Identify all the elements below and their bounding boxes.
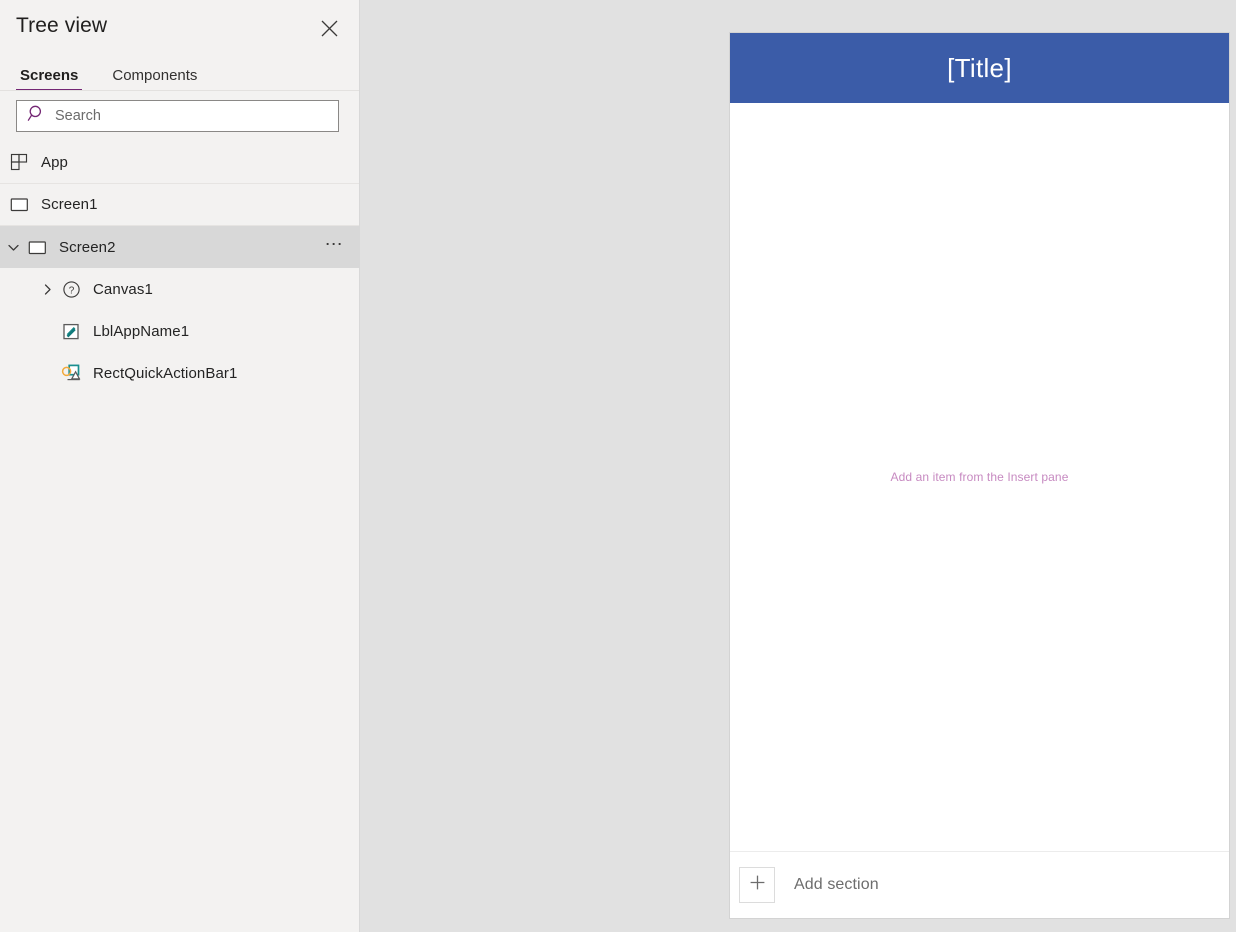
search-box[interactable] [16, 100, 339, 132]
search-icon [27, 104, 46, 128]
chevron-down-icon[interactable] [0, 241, 26, 254]
tree-item-screen2[interactable]: Screen2 ⋯ [0, 226, 359, 268]
app-screen-canvas[interactable]: [Title] Add an item from the Insert pane… [730, 33, 1229, 918]
canvas-footer: Add section [730, 851, 1229, 918]
add-section-label: Add section [794, 876, 879, 893]
screen-icon [8, 194, 30, 216]
tree-item-label: Canvas1 [93, 280, 153, 298]
insert-pane-hint: Add an item from the Insert pane [890, 470, 1069, 484]
screen-title-bar[interactable]: [Title] [730, 33, 1229, 103]
screen-title-label: [Title] [947, 52, 1012, 83]
plus-icon [748, 873, 767, 897]
tree-item-canvas1[interactable]: ? Canvas1 [0, 268, 359, 310]
tree-item-label: Screen2 [59, 238, 116, 256]
more-options-icon[interactable]: ⋯ [325, 235, 345, 254]
canvas-empty-area[interactable]: Add an item from the Insert pane [730, 103, 1229, 851]
tab-screens[interactable]: Screens [16, 67, 83, 91]
power-apps-studio: Tree view Screens Components Search App … [0, 0, 1236, 932]
tree-item-app[interactable]: App [0, 142, 359, 184]
tree-item-label: RectQuickActionBar1 [93, 364, 238, 382]
panel-header: Tree view [0, 0, 359, 58]
screen-icon [26, 236, 48, 258]
label-pencil-icon [60, 320, 82, 342]
tab-components[interactable]: Components [108, 67, 201, 91]
svg-text:?: ? [68, 285, 74, 296]
search-input[interactable] [55, 108, 330, 124]
shapes-icon [60, 362, 82, 384]
tree-item-label: Screen1 [41, 196, 98, 213]
add-section-button[interactable] [739, 867, 775, 903]
tree-item-label: App [41, 154, 68, 171]
chevron-right-icon[interactable] [34, 283, 60, 296]
canvas-workspace: [Title] Add an item from the Insert pane… [361, 0, 1236, 932]
close-button[interactable] [313, 12, 345, 44]
tabs-divider [0, 90, 359, 91]
tree-list: App Screen1 Screen2 ⋯ ? Canvas1 LblAppNa… [0, 142, 359, 394]
question-circle-icon: ? [60, 278, 82, 300]
tree-item-label: LblAppName1 [93, 322, 190, 340]
panel-tabs: Screens Components [0, 58, 359, 91]
app-grid-icon [8, 152, 30, 174]
search-container [0, 91, 359, 142]
tree-item-lblappname1[interactable]: LblAppName1 [0, 310, 359, 352]
tree-item-rectquickactionbar1[interactable]: RectQuickActionBar1 [0, 352, 359, 394]
page-title: Tree view [16, 14, 108, 37]
close-icon [321, 20, 338, 37]
tree-item-screen1[interactable]: Screen1 [0, 184, 359, 226]
tree-view-panel: Tree view Screens Components Search App … [0, 0, 360, 932]
